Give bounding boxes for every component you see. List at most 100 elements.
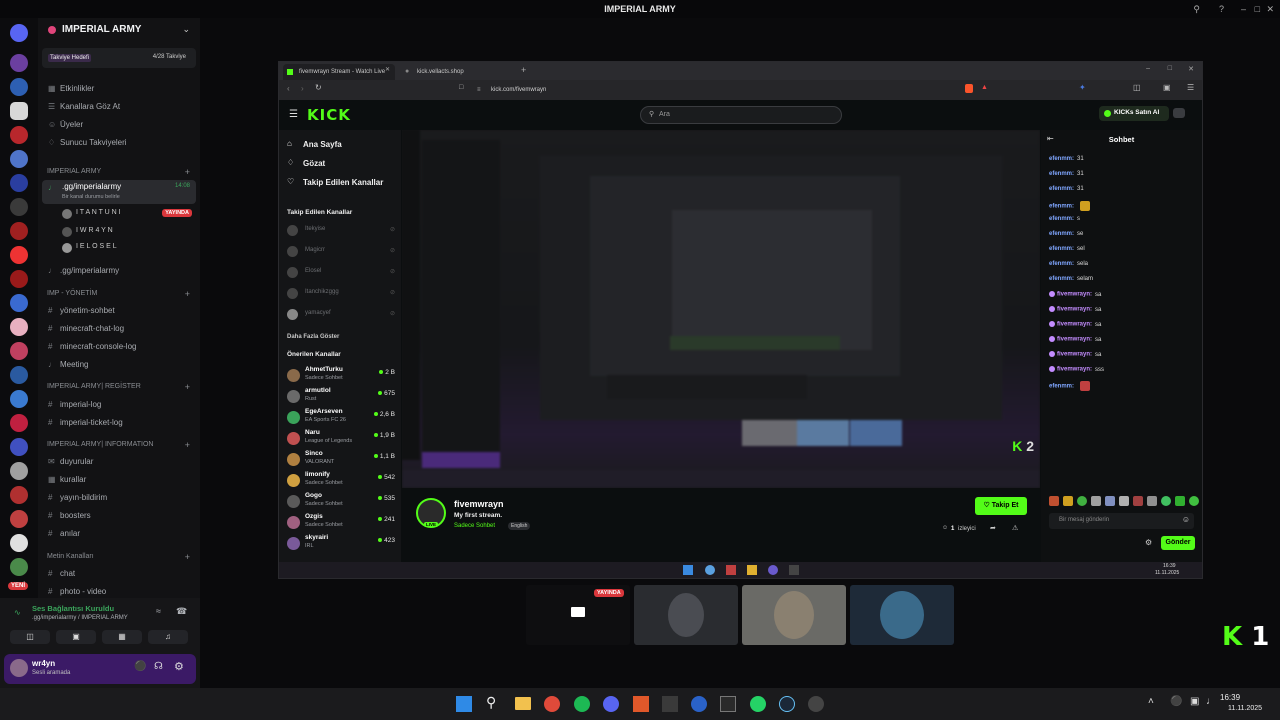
taskbar-app-icon[interactable] xyxy=(789,565,799,575)
menu-icon[interactable]: ☰ xyxy=(1187,83,1194,92)
follow-button[interactable]: ♡ Takip Et xyxy=(975,497,1027,515)
help-icon[interactable]: ? xyxy=(1219,0,1224,18)
voice-user[interactable]: I W R 4 Y N xyxy=(62,226,196,238)
profile-icon[interactable] xyxy=(1173,108,1185,118)
boost-goal[interactable]: Takviye Hedefi 4/28 Takviye xyxy=(42,48,196,68)
followed-channel[interactable]: Itanchikzggg ⊘ xyxy=(287,287,395,301)
show-more-link[interactable]: Daha Fazla Göster xyxy=(287,334,339,340)
hamburger-icon[interactable]: ☰ xyxy=(289,109,298,120)
streamer-avatar[interactable]: LIVE xyxy=(416,498,446,528)
url-field[interactable]: ≡ kick.com/fivemwrayn xyxy=(475,84,985,96)
clock-date[interactable]: 11.11.2025 xyxy=(1228,705,1262,712)
channel-item[interactable]: # minecraft-chat-log xyxy=(48,324,124,333)
emote-icon[interactable] xyxy=(1091,496,1101,506)
participant-tile[interactable] xyxy=(634,585,738,645)
recommended-channel[interactable]: skyrairi IRL 423 xyxy=(285,534,397,554)
minimize-icon[interactable]: – xyxy=(1241,0,1246,18)
server-icon[interactable] xyxy=(10,462,28,480)
app-icon[interactable] xyxy=(691,696,707,712)
send-button[interactable]: Gönder xyxy=(1161,536,1195,550)
recommended-channel[interactable]: Sinco VALORANT 1,1 B xyxy=(285,450,397,470)
chat-username[interactable]: efenmm: xyxy=(1049,276,1074,282)
steam-icon[interactable] xyxy=(779,696,795,712)
emoji-icon[interactable]: ☺ xyxy=(1182,515,1190,524)
brave-rewards-icon[interactable]: ▲ xyxy=(981,84,988,91)
bookmark-icon[interactable]: □ xyxy=(459,84,463,91)
chat-username[interactable]: efenmm: xyxy=(1049,156,1074,162)
video-player[interactable]: K 2 xyxy=(402,130,1040,488)
chat-username[interactable]: fivemwrayn: xyxy=(1057,322,1092,328)
taskbar-app-icon[interactable] xyxy=(705,565,715,575)
app-icon[interactable] xyxy=(808,696,824,712)
kick-logo[interactable]: KICK xyxy=(307,106,351,124)
disconnect-icon[interactable]: ☎ xyxy=(176,606,187,617)
server-icon[interactable] xyxy=(10,342,28,360)
category-header[interactable]: IMPERIAL ARMY| REGİSTER xyxy=(47,383,141,390)
recommended-channel[interactable]: Ozgis Sadece Sohbet 241 xyxy=(285,513,397,533)
soundboard-button[interactable]: ♫ xyxy=(148,630,188,644)
reload-icon[interactable]: ↻ xyxy=(315,83,322,92)
spotify-icon[interactable] xyxy=(574,696,590,712)
report-icon[interactable]: ⚠ xyxy=(1012,524,1018,532)
brave-shield-icon[interactable] xyxy=(965,84,973,93)
participant-tile[interactable] xyxy=(742,585,846,645)
chevron-down-icon[interactable]: ⌄ xyxy=(182,24,190,35)
add-channel-icon[interactable]: + xyxy=(185,167,190,177)
server-icon[interactable] xyxy=(10,102,28,120)
participant-tile[interactable] xyxy=(850,585,954,645)
emote-icon[interactable] xyxy=(1147,496,1157,506)
channel-item[interactable]: # anılar xyxy=(48,529,80,538)
channel-item[interactable]: # yönetim-sohbet xyxy=(48,306,115,315)
taskbar-app-icon[interactable] xyxy=(747,565,757,575)
channel-item[interactable]: ♩ Meeting xyxy=(48,360,88,369)
server-icon[interactable] xyxy=(10,438,28,456)
channel-item[interactable]: # imperial-ticket-log xyxy=(48,418,123,427)
category-header[interactable]: IMPERIAL ARMY xyxy=(47,168,101,175)
chat-username[interactable]: efenmm: xyxy=(1049,204,1074,210)
server-icon[interactable] xyxy=(10,270,28,288)
category-header[interactable]: Metin Kanalları xyxy=(47,553,94,560)
close-icon[interactable]: ✕ xyxy=(1266,0,1274,18)
add-channel-icon[interactable]: + xyxy=(185,382,190,392)
minimize-icon[interactable]: – xyxy=(1146,65,1150,72)
server-name[interactable]: IMPERIAL ARMY xyxy=(62,24,141,35)
microphone-icon[interactable]: ⚫ xyxy=(134,661,146,672)
channel-item[interactable]: # imperial-log xyxy=(48,400,101,409)
activities-button[interactable]: ▦ xyxy=(102,630,142,644)
followed-channel[interactable]: Itekyise ⊘ xyxy=(287,224,395,238)
category-header[interactable]: IMPERIAL ARMY| INFORMATION xyxy=(47,441,153,448)
followed-channel[interactable]: yamacyef ⊘ xyxy=(287,308,395,322)
app-icon[interactable] xyxy=(633,696,649,712)
headphones-icon[interactable]: ☊ xyxy=(154,661,163,672)
chrome-icon[interactable] xyxy=(544,696,560,712)
microphone-icon[interactable]: ⚫ xyxy=(1170,696,1182,707)
recommended-channel[interactable]: Gogo Sadece Sohbet 535 xyxy=(285,492,397,512)
server-icon[interactable] xyxy=(10,486,28,504)
recommended-channel[interactable]: EgeArseven EA Sports FC 26 2,6 B xyxy=(285,408,397,428)
nav-home[interactable]: Ana Sayfa xyxy=(303,140,342,149)
recommended-channel[interactable]: limonify Sadece Sohbet 542 xyxy=(285,471,397,491)
taskbar-app-icon[interactable] xyxy=(726,565,736,575)
chat-username[interactable]: fivemwrayn: xyxy=(1057,292,1092,298)
emote-icon[interactable] xyxy=(1077,496,1087,506)
category-header[interactable]: IMP - YÖNETİM xyxy=(47,290,97,297)
emote-icon[interactable] xyxy=(1119,496,1129,506)
language-tag[interactable]: English xyxy=(508,522,531,530)
screen-share-button[interactable]: ▣ xyxy=(56,630,96,644)
server-icon[interactable] xyxy=(10,174,28,192)
add-channel-icon[interactable]: + xyxy=(185,289,190,299)
server-icon[interactable] xyxy=(10,390,28,408)
forward-icon[interactable]: › xyxy=(301,84,304,93)
add-channel-icon[interactable]: + xyxy=(185,552,190,562)
chat-settings-gear-icon[interactable]: ⚙ xyxy=(1145,538,1152,547)
server-icon[interactable] xyxy=(10,150,28,168)
app-icon[interactable] xyxy=(662,696,678,712)
windows-start-icon[interactable] xyxy=(456,696,472,712)
server-icon[interactable] xyxy=(10,510,28,528)
server-icon[interactable] xyxy=(10,246,28,264)
server-icon[interactable] xyxy=(10,198,28,216)
nav-browse[interactable]: Gözat xyxy=(303,159,325,168)
camera-button[interactable]: ◫ xyxy=(10,630,50,644)
emote-icon[interactable] xyxy=(1133,496,1143,506)
server-icon[interactable] xyxy=(10,54,28,72)
